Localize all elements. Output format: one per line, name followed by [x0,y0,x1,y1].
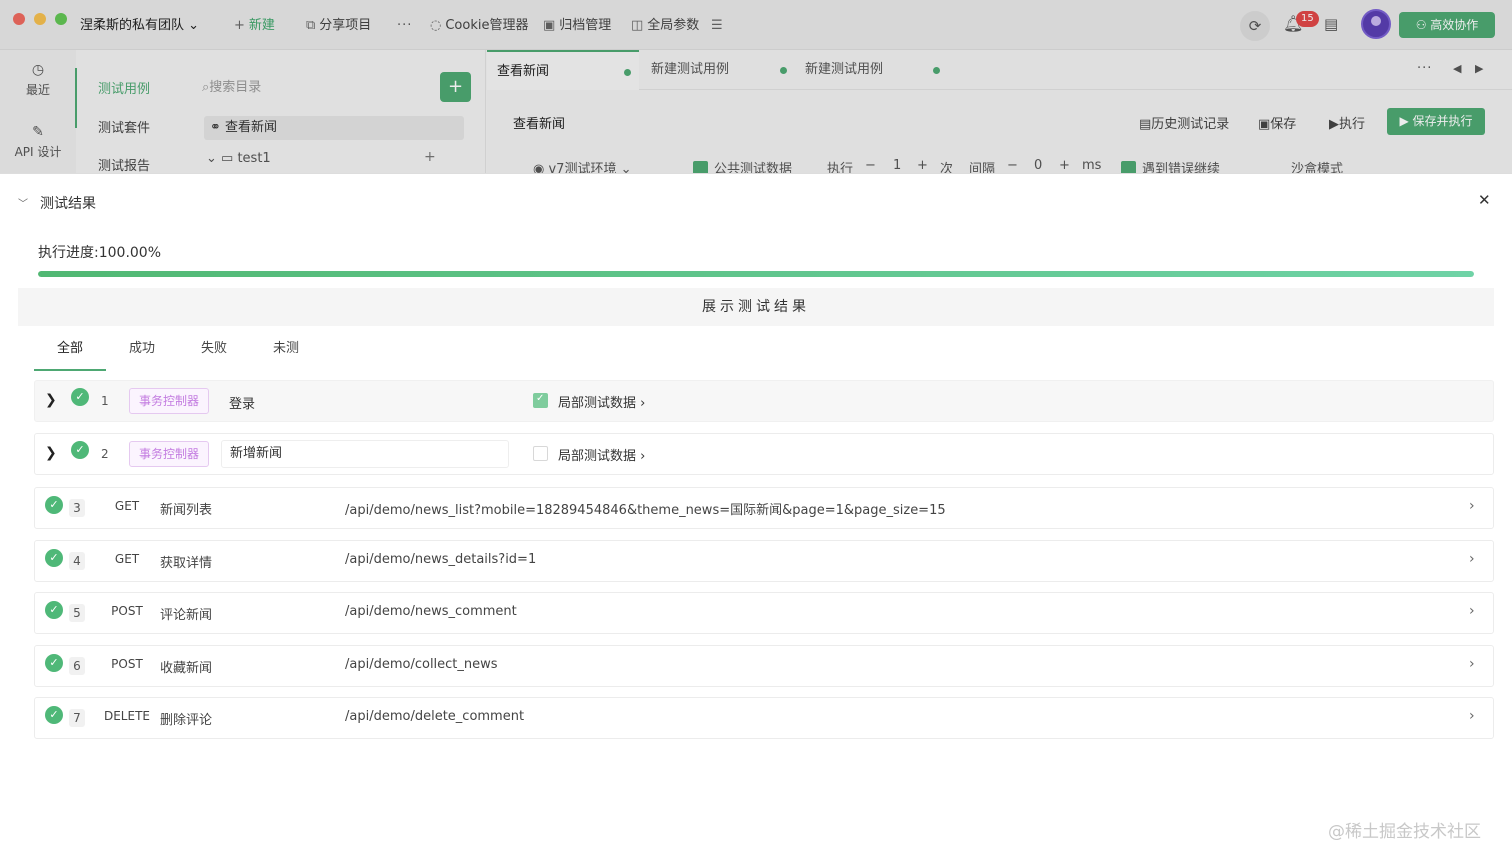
success-check-icon: ✓ [45,549,63,567]
api-name: 新闻列表 [160,503,213,518]
panel-title: 测试结果 [40,196,96,212]
api-url: /api/demo/news_comment [345,604,517,619]
api-name: 评论新闻 [160,608,213,623]
local-data-checkbox[interactable] [533,393,548,408]
result-row-api[interactable]: ✓ 4 GET 获取详情 /api/demo/news_details?id=1… [34,540,1494,582]
test-result-panel: ﹀ 测试结果 ✕ 执行进度:100.00% 展示测试结果 全部 成功 失败 未测… [0,173,1512,862]
api-name: 获取详情 [160,556,213,571]
chevron-down-icon[interactable]: ﹀ [18,195,28,210]
local-data-link[interactable]: 局部测试数据 › [558,445,645,464]
success-check-icon: ✓ [71,388,89,406]
success-check-icon: ✓ [45,654,63,672]
show-results-button[interactable]: 展示测试结果 [18,288,1494,326]
row-index: 1 [101,394,109,408]
chevron-right-icon[interactable]: ❯ [45,392,57,408]
chevron-right-icon[interactable]: › [1469,603,1475,619]
local-data-label: 局部测试数据 [558,449,637,464]
progress-fill [38,271,1474,277]
controller-name: 登录 [229,397,256,412]
result-row-controller[interactable]: ❯ ✓ 2 事务控制器 新增新闻 局部测试数据 › [34,433,1494,475]
chevron-right-icon: › [636,396,646,411]
chevron-right-icon[interactable]: › [1469,656,1475,672]
watermark: @稀土掘金技术社区 [1328,822,1481,842]
result-row-controller[interactable]: ❯ ✓ 1 事务控制器 登录 局部测试数据 › [34,380,1494,422]
tab-all[interactable]: 全部 [34,331,106,371]
tab-failed[interactable]: 失败 [178,331,250,371]
chevron-right-icon[interactable]: › [1469,708,1475,724]
controller-type-tag: 事务控制器 [129,388,209,414]
row-index: 3 [69,499,85,517]
http-method: DELETE [103,709,150,723]
result-filter-tabs: 全部 成功 失败 未测 [34,331,1494,371]
success-check-icon: ✓ [45,706,63,724]
local-data-link[interactable]: 局部测试数据 › [558,392,645,411]
http-method: POST [111,604,143,618]
modal-overlay [0,0,1512,174]
row-index: 4 [69,552,85,570]
api-name: 收藏新闻 [160,661,213,676]
progress-label: 执行进度:100.00% [38,245,162,261]
http-method: GET [114,499,140,513]
progress-bar [38,271,1474,277]
row-index: 7 [69,709,85,727]
row-index: 5 [69,604,85,622]
result-row-api[interactable]: ✓ 6 POST 收藏新闻 /api/demo/collect_news › [34,645,1494,687]
tab-untested[interactable]: 未测 [250,331,322,371]
row-index: 6 [69,657,85,675]
http-method: POST [111,657,143,671]
controller-name-input[interactable]: 新增新闻 [221,440,509,468]
close-icon[interactable]: ✕ [1478,191,1491,209]
success-check-icon: ✓ [45,496,63,514]
local-data-label: 局部测试数据 [558,396,637,411]
result-row-api[interactable]: ✓ 7 DELETE 删除评论 /api/demo/delete_comment… [34,697,1494,739]
chevron-right-icon[interactable]: ❯ [45,445,57,461]
local-data-checkbox[interactable] [533,446,548,461]
chevron-right-icon[interactable]: › [1469,551,1475,567]
success-check-icon: ✓ [71,441,89,459]
chevron-right-icon[interactable]: › [1469,498,1475,514]
api-url: /api/demo/news_details?id=1 [345,552,537,567]
http-method: GET [114,552,140,566]
result-row-api[interactable]: ✓ 3 GET 新闻列表 /api/demo/news_list?mobile=… [34,487,1494,529]
success-check-icon: ✓ [45,601,63,619]
row-index: 2 [101,447,109,461]
api-url: /api/demo/delete_comment [345,709,525,724]
chevron-right-icon: › [636,449,646,464]
result-row-api[interactable]: ✓ 5 POST 评论新闻 /api/demo/news_comment › [34,592,1494,634]
api-url: /api/demo/news_list?mobile=18289454846&t… [345,503,946,518]
api-name: 删除评论 [160,713,213,728]
tab-success[interactable]: 成功 [106,331,178,371]
api-url: /api/demo/collect_news [345,657,498,672]
controller-type-tag: 事务控制器 [129,441,209,467]
